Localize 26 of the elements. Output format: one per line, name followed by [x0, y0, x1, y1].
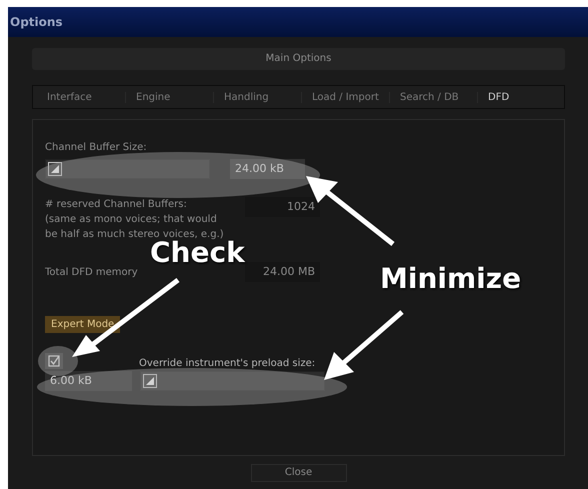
- tab[interactable]: Engine: [125, 92, 213, 102]
- tab[interactable]: Handling: [213, 92, 301, 102]
- ramp-icon: [145, 376, 155, 386]
- annotation-label: Minimize: [380, 262, 522, 295]
- expert-mode-button[interactable]: Expert Mode: [45, 316, 120, 333]
- field-label: Override instrument's preload size:: [139, 358, 316, 369]
- value-field[interactable]: 6.00 kB: [45, 371, 132, 391]
- slider-handle[interactable]: [143, 374, 157, 388]
- tab[interactable]: DFD: [477, 92, 520, 102]
- value-field: 1024: [245, 197, 320, 217]
- checkbox[interactable]: [45, 353, 63, 369]
- field-label: Total DFD memory: [45, 266, 139, 278]
- slider[interactable]: [45, 159, 210, 179]
- slider-handle[interactable]: [48, 162, 62, 176]
- check-icon: [48, 355, 60, 367]
- tab[interactable]: Search / DB: [389, 92, 477, 102]
- tab[interactable]: Interface: [37, 92, 125, 102]
- ramp-icon: [50, 164, 60, 174]
- field-label: Channel Buffer Size:: [45, 142, 147, 153]
- section-header: Main Options: [32, 48, 565, 70]
- tab[interactable]: Load / Import: [301, 92, 389, 102]
- window-title: Options: [10, 15, 63, 29]
- close-button[interactable]: Close: [250, 464, 346, 482]
- slider[interactable]: [140, 371, 325, 391]
- value-field[interactable]: 24.00 kB: [230, 159, 305, 179]
- value-field: 24.00 MB: [245, 262, 320, 282]
